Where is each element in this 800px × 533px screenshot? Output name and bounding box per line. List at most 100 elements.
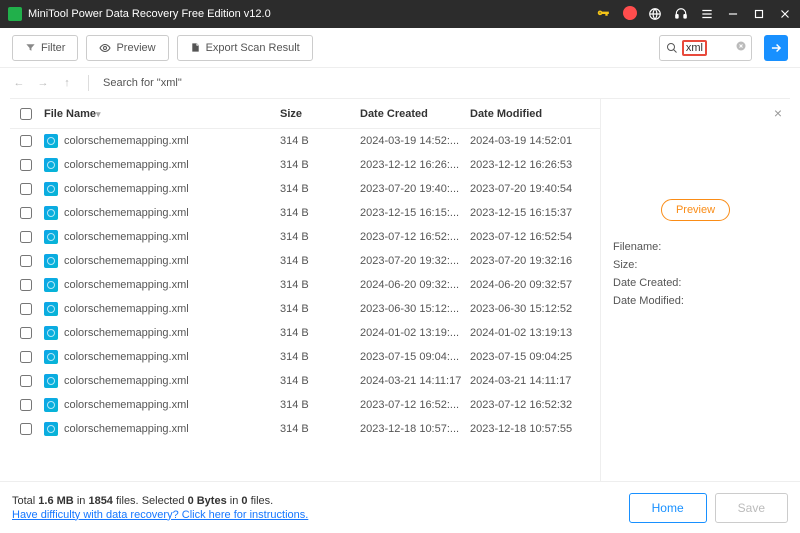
file-modified-cell: 2023-12-12 16:26:53 (470, 159, 600, 171)
row-checkbox[interactable] (20, 375, 32, 387)
search-submit-button[interactable] (764, 35, 788, 61)
search-input-extra[interactable] (711, 42, 731, 54)
help-link[interactable]: Have difficulty with data recovery? Clic… (12, 509, 621, 521)
table-row[interactable]: colorschememapping.xml314 B2024-03-19 14… (10, 129, 600, 153)
app-logo-icon (8, 7, 22, 21)
row-checkbox[interactable] (20, 399, 32, 411)
filter-label: Filter (41, 42, 65, 54)
row-checkbox[interactable] (20, 303, 32, 315)
nav-back-icon[interactable]: ← (12, 77, 26, 89)
file-type-icon (42, 325, 60, 341)
table-row[interactable]: colorschememapping.xml314 B2023-07-20 19… (10, 249, 600, 273)
file-type-icon (42, 181, 60, 197)
column-size[interactable]: Size (280, 108, 360, 120)
column-name[interactable]: File Name▾ (42, 108, 280, 120)
file-table: File Name▾ Size Date Created Date Modifi… (10, 99, 600, 481)
row-checkbox[interactable] (20, 231, 32, 243)
file-created-cell: 2023-07-20 19:40:... (360, 183, 470, 195)
file-size-cell: 314 B (280, 231, 360, 243)
table-row[interactable]: colorschememapping.xml314 B2024-03-21 14… (10, 369, 600, 393)
minimize-button[interactable] (726, 7, 740, 21)
headset-icon[interactable] (674, 7, 688, 21)
row-checkbox[interactable] (20, 351, 32, 363)
file-type-icon (42, 373, 60, 389)
panel-preview-button[interactable]: Preview (661, 199, 730, 221)
table-row[interactable]: colorschememapping.xml314 B2023-07-12 16… (10, 225, 600, 249)
column-modified[interactable]: Date Modified (470, 108, 600, 120)
file-size-cell: 314 B (280, 159, 360, 171)
eye-icon (99, 42, 111, 54)
file-name-cell: colorschememapping.xml (64, 303, 280, 315)
search-input[interactable]: xml (682, 40, 707, 56)
file-created-cell: 2023-07-15 09:04:... (360, 351, 470, 363)
table-row[interactable]: colorschememapping.xml314 B2023-07-12 16… (10, 393, 600, 417)
file-name-cell: colorschememapping.xml (64, 207, 280, 219)
file-type-icon (42, 397, 60, 413)
nav-up-icon[interactable]: ↑ (60, 77, 74, 89)
home-button[interactable]: Home (629, 493, 707, 523)
export-button[interactable]: Export Scan Result (177, 35, 313, 61)
file-name-cell: colorschememapping.xml (64, 135, 280, 147)
column-created[interactable]: Date Created (360, 108, 470, 120)
table-row[interactable]: colorschememapping.xml314 B2024-01-02 13… (10, 321, 600, 345)
file-type-icon (42, 301, 60, 317)
table-row[interactable]: colorschememapping.xml314 B2023-12-15 16… (10, 201, 600, 225)
file-created-cell: 2023-07-12 16:52:... (360, 399, 470, 411)
row-checkbox[interactable] (20, 183, 32, 195)
sort-indicator-icon: ▾ (96, 109, 101, 119)
file-modified-cell: 2023-07-20 19:40:54 (470, 183, 600, 195)
row-checkbox[interactable] (20, 423, 32, 435)
save-button[interactable]: Save (715, 493, 788, 523)
row-checkbox[interactable] (20, 279, 32, 291)
table-row[interactable]: colorschememapping.xml314 B2023-07-15 09… (10, 345, 600, 369)
row-checkbox[interactable] (20, 207, 32, 219)
file-modified-cell: 2024-03-19 14:52:01 (470, 135, 600, 147)
row-checkbox[interactable] (20, 159, 32, 171)
file-type-icon (42, 157, 60, 173)
file-type-icon (42, 205, 60, 221)
total-size: 1.6 MB (38, 495, 73, 507)
file-modified-cell: 2023-07-15 09:04:25 (470, 351, 600, 363)
notification-bell-icon[interactable] (622, 7, 636, 21)
search-clear-icon[interactable] (735, 40, 747, 55)
panel-close-icon[interactable]: × (774, 105, 782, 121)
file-created-cell: 2024-03-21 14:11:17 (360, 375, 470, 387)
file-modified-cell: 2023-07-12 16:52:54 (470, 231, 600, 243)
row-checkbox[interactable] (20, 135, 32, 147)
select-all-checkbox[interactable] (20, 108, 32, 120)
file-created-cell: 2023-12-12 16:26:... (360, 159, 470, 171)
search-box[interactable]: xml (659, 35, 752, 61)
file-size-cell: 314 B (280, 375, 360, 387)
table-row[interactable]: colorschememapping.xml314 B2023-07-20 19… (10, 177, 600, 201)
file-type-icon (42, 253, 60, 269)
table-header: File Name▾ Size Date Created Date Modifi… (10, 99, 600, 129)
detail-filename-label: Filename: (613, 241, 778, 253)
export-label: Export Scan Result (206, 42, 300, 54)
total-files: 1854 (88, 495, 112, 507)
menu-icon[interactable] (700, 7, 714, 21)
row-checkbox[interactable] (20, 255, 32, 267)
table-row[interactable]: colorschememapping.xml314 B 2023-06-30 15… (10, 297, 600, 321)
nav-forward-icon[interactable]: → (36, 77, 50, 89)
file-modified-cell: 2023-12-15 16:15:37 (470, 207, 600, 219)
table-body[interactable]: colorschememapping.xml314 B2024-03-19 14… (10, 129, 600, 481)
table-row[interactable]: colorschememapping.xml314 B2023-12-18 10… (10, 417, 600, 441)
toolbar: Filter Preview Export Scan Result xml (0, 28, 800, 68)
globe-icon[interactable] (648, 7, 662, 21)
file-name-cell: colorschememapping.xml (64, 423, 280, 435)
selected-size: 0 Bytes (188, 495, 227, 507)
detail-size-label: Size: (613, 259, 778, 271)
table-row[interactable]: colorschememapping.xml314 B2024-06-20 09… (10, 273, 600, 297)
file-size-cell: 314 B (280, 303, 360, 315)
file-modified-cell: 2023-06-30 15:12:52 (470, 303, 600, 315)
file-size-cell: 314 B (280, 255, 360, 267)
preview-button[interactable]: Preview (86, 35, 168, 61)
filter-button[interactable]: Filter (12, 35, 78, 61)
file-size-cell: 314 B (280, 327, 360, 339)
breadcrumb: Search for "xml" (103, 77, 182, 89)
row-checkbox[interactable] (20, 327, 32, 339)
table-row[interactable]: colorschememapping.xml314 B2023-12-12 16… (10, 153, 600, 177)
maximize-button[interactable] (752, 7, 766, 21)
close-button[interactable] (778, 7, 792, 21)
license-key-icon[interactable] (596, 7, 610, 21)
